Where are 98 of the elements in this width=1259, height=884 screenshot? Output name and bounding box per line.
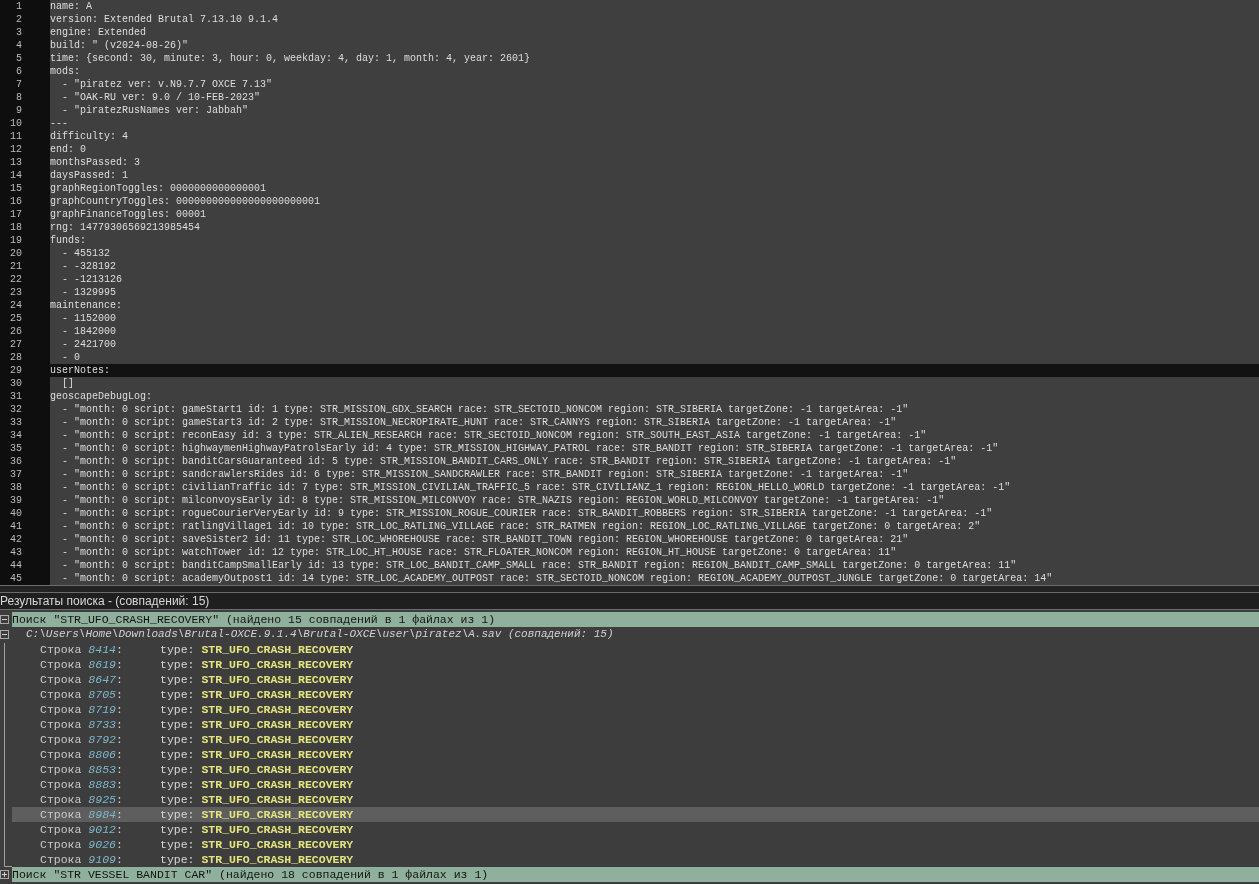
line-number: 35 — [10, 442, 22, 455]
code-line: maintenance: — [50, 299, 122, 312]
code-line: funds: — [50, 234, 86, 247]
line-number: 40 — [10, 507, 22, 520]
code-line: - "month: 0 script: academyOutpost1 id: 14 type: STR_LOC_ACADEMY_OUTPOST race: STR_SECTOID_NONCOM region: REGION_ACADEMY_OUTPOST_JUNGLE targetZone: 0 targetArea: 14" — [61, 572, 1053, 585]
line-number: 7 — [16, 78, 22, 91]
code-line: - "month: 0 script: milconvoysEarly id: 8 type: STR_MISSION_MILCONVOY race: STR_NAZIS region: REGION_WORLD_MILCONVOY targetZone: -1 targetArea: -1" — [61, 494, 945, 507]
line-number: 23 — [10, 286, 22, 299]
line-number: 1 — [16, 0, 22, 13]
code-line: - "OAK-RU ver: 9.0 / 10-FEB-2023" — [61, 91, 261, 104]
code-line: --- — [50, 117, 68, 130]
code-line: monthsPassed: 3 — [50, 156, 140, 169]
line-number: 12 — [10, 143, 22, 156]
code-line: - 0 — [61, 351, 80, 364]
code-line: - "month: 0 script: gameStart1 id: 1 type: STR_MISSION_GDX_SEARCH race: STR_SECTOID_NONCOM region: STR_SIBERIA targetZone: -1 targetArea: -1" — [61, 403, 909, 416]
line-number: 15 — [10, 182, 22, 195]
code-line: graphCountryToggles: 000000000000000000000001 — [50, 195, 321, 208]
line-number: 17 — [10, 208, 22, 221]
line-number: 45 — [10, 572, 22, 585]
line-number: 6 — [16, 65, 22, 78]
code-line: - 1842000 — [61, 325, 116, 338]
code-line: mods: — [50, 65, 80, 78]
line-number: 31 — [10, 390, 22, 403]
line-number: 13 — [10, 156, 22, 169]
code-line: - "month: 0 script: watchTower id: 12 type: STR_LOC_HT_HOUSE race: STR_FLOATER_NONCOM region: REGION_HT_HOUSE targetZone: 0 targetArea: 11" — [61, 546, 897, 559]
code-line: - "month: 0 script: gameStart3 id: 2 type: STR_MISSION_NECROPIRATE_HUNT race: STR_CANNYS region: STR_SIBERIA targetZone: -1 targetArea: -1" — [61, 416, 897, 429]
panel-title: Результаты поиска - (совпадений: 15) — [0, 593, 210, 609]
code-line: engine: Extended — [50, 26, 146, 39]
code-line: - "month: 0 script: banditCampSmallEarly id: 13 type: STR_LOC_BANDIT_CAMP_SMALL race: STR_BANDIT region: REGION_BANDIT_CAMP_SMALL targetZone: 0 targetArea: 11" — [61, 559, 1017, 572]
line-number: 9 — [16, 104, 22, 117]
code-line: - "month: 0 script: reconEasy id: 3 type: STR_ALIEN_RESEARCH race: STR_SECTOID_NONCOM region: STR_SOUTH_EAST_ASIA targetZone: -1 targetArea: -1" — [61, 429, 927, 442]
code-line: rng: 14779306569213985454 — [50, 221, 201, 234]
code-line: - "month: 0 script: rogueCourierVeryEarly id: 9 type: STR_MISSION_ROGUE_COURIER race: STR_BANDIT_ROBBERS region: STR_SIBERIA targetZone: -1 targetArea: -1" — [61, 507, 993, 520]
code-line: graphRegionToggles: 0000000000000001 — [50, 182, 267, 195]
code-line: build: " (v2024-08-26)" — [50, 39, 189, 52]
line-number: 43 — [10, 546, 22, 559]
line-number: 26 — [10, 325, 22, 338]
line-number: 25 — [10, 312, 22, 325]
plus-box-icon[interactable] — [0, 870, 9, 879]
code-line: - -328192 — [61, 260, 116, 273]
file-path-item[interactable]: C:\Users\Home\Downloads\Brutal-OXCE.9.1.4\Brutal-OXCE\user\piratez\A.sav (совпадений: 15) — [26, 627, 614, 642]
line-number: 37 — [10, 468, 22, 481]
line-number: 34 — [10, 429, 22, 442]
line-number: 32 — [10, 403, 22, 416]
line-number: 3 — [16, 26, 22, 39]
line-number: 16 — [10, 195, 22, 208]
line-number: 33 — [10, 416, 22, 429]
code-line: - "month: 0 script: sandcrawlersRides id: 6 type: STR_MISSION_SANDCRAWLER race: STR_BANDIT region: STR_SIBERIA targetZone: -1 targetArea: -1" — [61, 468, 909, 481]
code-line: graphFinanceToggles: 00001 — [50, 208, 207, 221]
line-number: 5 — [16, 52, 22, 65]
code-line: daysPassed: 1 — [50, 169, 128, 182]
line-number: 20 — [10, 247, 22, 260]
line-number: 39 — [10, 494, 22, 507]
line-number: 22 — [10, 273, 22, 286]
code-line: - 1152000 — [61, 312, 116, 325]
search-result-item[interactable]: Строка 8984: type: STR_UFO_CRASH_RECOVERY — [12, 807, 1259, 822]
code-line: - 1329995 — [61, 286, 116, 299]
line-number: 18 — [10, 221, 22, 234]
line-number: 10 — [10, 117, 22, 130]
code-line: userNotes: — [50, 364, 110, 377]
code-line: version: Extended Brutal 7.13.10 9.1.4 — [50, 13, 279, 26]
line-number: 4 — [16, 39, 22, 52]
code-line: geoscapeDebugLog: — [50, 390, 153, 403]
minus-box-icon[interactable] — [0, 630, 9, 639]
minus-box-icon[interactable] — [0, 615, 9, 624]
line-number: 8 — [16, 91, 22, 104]
line-number: 21 — [10, 260, 22, 273]
line-number: 36 — [10, 455, 22, 468]
code-line: difficulty: 4 — [50, 130, 128, 143]
line-number: 24 — [10, 299, 22, 312]
line-number: 30 — [10, 377, 22, 390]
code-line: - "month: 0 script: ratlingVillage1 id: 10 type: STR_LOC_RATLING_VILLAGE race: STR_RATMEN region: REGION_LOC_RATLING_VILLAGE targetZone: 0 targetArea: 2" — [61, 520, 981, 533]
line-number: 2 — [16, 13, 22, 26]
line-number: 42 — [10, 533, 22, 546]
code-line: - "piratez ver: v.N9.7.7 OXCE 7.13" — [61, 78, 273, 91]
code-line: end: 0 — [50, 143, 86, 156]
search-group-header[interactable]: Поиск "STR VESSEL BANDIT CAR" (найдено 18 совпадений в 1 файлах из 1) — [12, 867, 1259, 882]
code-line: - "month: 0 script: banditCarsGuaranteed id: 5 type: STR_MISSION_BANDIT_CARS_ONLY race: STR_BANDIT region: STR_SIBERIA targetZone: -1 targetArea: -1" — [61, 455, 957, 468]
line-number: 14 — [10, 169, 22, 182]
line-number: 19 — [10, 234, 22, 247]
code-line: - 455132 — [61, 247, 110, 260]
line-number: 44 — [10, 559, 22, 572]
line-number: 38 — [10, 481, 22, 494]
code-line: [] — [61, 377, 74, 390]
code-line: - "piratezRusNames ver: Jabbah" — [61, 104, 249, 117]
line-number: 27 — [10, 338, 22, 351]
line-number: 41 — [10, 520, 22, 533]
code-line: - "month: 0 script: civilianTraffic id: 7 type: STR_MISSION_CIVILIAN_TRAFFIC_5 race: STR_CIVILIANZ_1 region: REGION_HELLO_WORLD targetZone: -1 targetArea: -1" — [61, 481, 1011, 494]
code-line: - "month: 0 script: saveSister2 id: 11 type: STR_LOC_WHOREHOUSE race: STR_BANDIT_TOWN region: REGION_WHOREHOUSE targetZone: 0 targetArea: 21" — [61, 533, 909, 546]
line-number: 28 — [10, 351, 22, 364]
code-line: name: A — [50, 0, 92, 13]
code-line: - -1213126 — [61, 273, 122, 286]
code-line: time: {second: 30, minute: 3, hour: 0, weekday: 4, day: 1, month: 4, year: 2601} — [50, 52, 531, 65]
line-number: 29 — [10, 364, 22, 377]
code-line: - 2421700 — [61, 338, 116, 351]
code-line: - "month: 0 script: highwaymenHighwayPatrolsEarly id: 4 type: STR_MISSION_HIGHWAY_PATROL race: STR_BANDIT region: STR_SIBERIA targetZone: -1 targetArea: -1" — [61, 442, 999, 455]
line-number: 11 — [10, 130, 22, 143]
search-group-header[interactable]: Поиск "STR_UFO_CRASH_RECOVERY" (найдено 15 совпадений в 1 файлах из 1) — [12, 612, 1259, 627]
